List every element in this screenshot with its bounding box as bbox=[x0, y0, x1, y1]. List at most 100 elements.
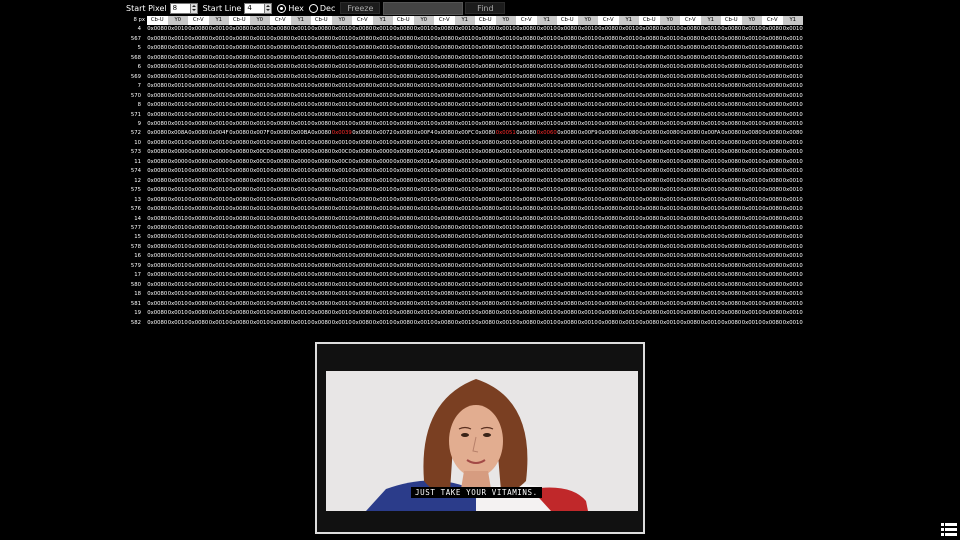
column-header: Y0 bbox=[577, 16, 598, 26]
table-cell: 0x0010 bbox=[741, 177, 762, 184]
hex-radio[interactable]: Hex bbox=[277, 3, 304, 13]
table-cell: 0x0010 bbox=[372, 206, 393, 213]
table-cell: 0x0080 bbox=[229, 130, 250, 137]
table-cell: 0x0080 bbox=[434, 262, 455, 269]
arrow-down-icon[interactable] bbox=[266, 9, 271, 12]
table-cell: 0x0010 bbox=[372, 92, 393, 99]
find-button[interactable]: Find bbox=[465, 2, 506, 14]
pixel-value-grid: 8 px Cb-U Y0 Cr-V Y1 Cb-U Y0 Cr-V Y1 Cb-U Y0 Cr-V Y1… bbox=[126, 16, 803, 328]
table-cell: 0x0080 bbox=[762, 177, 783, 184]
table-cell: 0x0080 bbox=[721, 300, 742, 307]
radio-unchecked-icon[interactable] bbox=[308, 3, 318, 13]
table-cell: 0x0080 bbox=[639, 35, 660, 42]
table-cell: 0x0010 bbox=[249, 243, 270, 250]
table-cell: 0x0080 bbox=[598, 177, 619, 184]
table-cell: 0x0010 bbox=[700, 262, 721, 269]
table-cell: 0x0080 bbox=[434, 149, 455, 156]
table-cell: 0x0080 bbox=[352, 281, 373, 288]
table-cell: 0x0010 bbox=[167, 177, 188, 184]
start-line-arrows[interactable] bbox=[265, 2, 273, 14]
table-cell: 0x0080 bbox=[352, 224, 373, 231]
row-line-label: 12 bbox=[134, 177, 141, 184]
table-cell: 0x0010 bbox=[290, 319, 311, 326]
table-cell: 0x0080 bbox=[229, 168, 250, 175]
row-line-label: 571 bbox=[130, 111, 141, 118]
row-line-label: 580 bbox=[130, 281, 141, 288]
dec-radio[interactable]: Dec bbox=[308, 3, 335, 13]
table-cell: 0x0080 bbox=[557, 300, 578, 307]
table-cell: 0x0080 bbox=[762, 168, 783, 175]
table-cell: 0x0010 bbox=[290, 26, 311, 33]
table-cell: 0x0010 bbox=[741, 111, 762, 118]
table-row: 16 0x0080 0x0010 0x0080 0x0010 0x0080 0x0010 0x… bbox=[126, 252, 803, 261]
table-cell: 0x0080 bbox=[475, 92, 496, 99]
table-cell: 0x0010 bbox=[454, 73, 475, 80]
table-cell: 0x0080 bbox=[229, 102, 250, 109]
start-pixel-input[interactable] bbox=[169, 2, 191, 14]
table-cell: 0x0010 bbox=[659, 215, 680, 222]
table-cell: 0x0080 bbox=[475, 158, 496, 165]
table-cell: 0x0080 bbox=[721, 149, 742, 156]
table-row: 9 0x0080 0x0010 0x0080 0x0010 0x0080 0x0010 0x0… bbox=[126, 120, 803, 129]
table-row: 7 0x0080 0x0010 0x0080 0x0010 0x0080 0x0010 0x0… bbox=[126, 82, 803, 91]
row-line-label: 9 bbox=[137, 120, 141, 127]
table-cell: 0x0080 bbox=[270, 281, 291, 288]
column-header: Y1 bbox=[700, 16, 721, 26]
start-line-label: Start Line bbox=[202, 3, 242, 13]
table-cell: 0x0080 bbox=[516, 120, 537, 127]
table-cell: 0x0080 bbox=[475, 139, 496, 146]
table-cell: 0x0080 bbox=[147, 26, 168, 33]
arrow-up-icon[interactable] bbox=[191, 4, 196, 7]
table-cell: 0x0080 bbox=[557, 196, 578, 203]
row-line-label: 567 bbox=[130, 35, 141, 42]
start-pixel-spinner[interactable] bbox=[169, 2, 198, 14]
column-header: Y0 bbox=[413, 16, 434, 26]
table-cell: 0x0080 bbox=[557, 243, 578, 250]
table-cell: 0x0010 bbox=[618, 83, 639, 90]
start-pixel-arrows[interactable] bbox=[190, 2, 198, 14]
table-row: 14 0x0080 0x0010 0x0080 0x0010 0x0080 0x0010 0x… bbox=[126, 215, 803, 224]
row-line-label: 579 bbox=[130, 262, 141, 269]
row-line-label: 570 bbox=[130, 92, 141, 99]
table-row: 18 0x0080 0x0010 0x0080 0x0010 0x0080 0x0010 0x… bbox=[126, 290, 803, 299]
arrow-up-icon[interactable] bbox=[266, 4, 271, 7]
start-line-input[interactable] bbox=[244, 2, 266, 14]
table-cell: 0x0010 bbox=[577, 319, 598, 326]
table-cell: 0x0080 bbox=[680, 158, 701, 165]
table-cell: 0x0080 bbox=[188, 139, 209, 146]
table-cell: 0x0010 bbox=[741, 234, 762, 241]
table-cell: 0x0080 bbox=[188, 177, 209, 184]
table-cell: 0x0080 bbox=[188, 243, 209, 250]
table-cell: 0x0080 bbox=[352, 35, 373, 42]
table-cell: 0x0010 bbox=[454, 224, 475, 231]
table-cell: 0x0010 bbox=[454, 253, 475, 260]
table-row: 572 0x0080 0x008A 0x0080 0x004F 0x0080 0x007F 0… bbox=[126, 129, 803, 138]
table-cell: 0x0010 bbox=[536, 158, 557, 165]
table-cell: 0x0080 bbox=[639, 234, 660, 241]
table-cell: 0x0080 bbox=[311, 73, 332, 80]
radio-checked-icon[interactable] bbox=[277, 3, 287, 13]
table-cell: 0x0080 bbox=[516, 187, 537, 194]
table-cell: 0x0080 bbox=[721, 206, 742, 213]
search-input[interactable] bbox=[383, 1, 464, 15]
table-row: 573 0x0080 0x0000 0x0080 0x0000 0x0080 0x00C0 0… bbox=[126, 148, 803, 157]
table-cell: 0x0080 bbox=[680, 120, 701, 127]
table-cell: 0x0080 bbox=[557, 310, 578, 317]
table-cell: 0x0080 bbox=[639, 300, 660, 307]
table-cell: 0x0080 bbox=[598, 168, 619, 175]
table-cell: 0x0080 bbox=[229, 158, 250, 165]
arrow-down-icon[interactable] bbox=[191, 9, 196, 12]
menu-list-icon[interactable] bbox=[941, 523, 957, 536]
table-cell: 0x0080 bbox=[475, 168, 496, 175]
table-cell: 0x0051 bbox=[495, 130, 516, 137]
table-cell: 0x0010 bbox=[249, 177, 270, 184]
table-cell: 0x0010 bbox=[331, 35, 352, 42]
start-line-spinner[interactable] bbox=[244, 2, 273, 14]
column-header: Cr-V bbox=[516, 16, 537, 26]
table-cell: 0x0080 bbox=[270, 35, 291, 42]
freeze-button[interactable]: Freeze bbox=[340, 2, 381, 14]
table-cell: 0x0080 bbox=[639, 281, 660, 288]
table-cell: 0x0080 bbox=[618, 130, 639, 137]
table-cell: 0x0080 bbox=[516, 310, 537, 317]
table-cell: 0x0010 bbox=[167, 54, 188, 61]
